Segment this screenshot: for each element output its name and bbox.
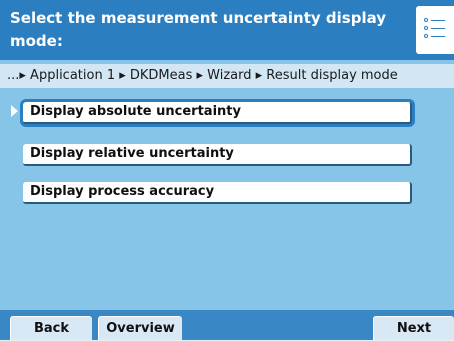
next-button[interactable]: Next	[373, 316, 454, 340]
overview-button[interactable]: Overview	[98, 316, 182, 340]
option-display-relative-uncertainty[interactable]: Display relative uncertainty	[23, 144, 412, 166]
back-button[interactable]: Back	[10, 316, 92, 340]
page-title: Select the measurement uncertainty displ…	[10, 9, 387, 50]
option-display-process-accuracy[interactable]: Display process accuracy	[23, 182, 412, 204]
header-bar: Select the measurement uncertainty displ…	[0, 0, 454, 60]
footer-bar: Back Overview Next	[0, 310, 454, 340]
menu-button[interactable]	[416, 6, 454, 54]
option-display-absolute-uncertainty[interactable]: Display absolute uncertainty	[23, 102, 412, 124]
selection-pointer-icon	[11, 105, 18, 117]
screen: Select the measurement uncertainty displ…	[0, 0, 454, 340]
list-menu-icon	[424, 18, 446, 24]
breadcrumb-text: ...▸ Application 1 ▸ DKDMeas ▸ Wizard ▸ …	[7, 68, 398, 83]
breadcrumb: ...▸ Application 1 ▸ DKDMeas ▸ Wizard ▸ …	[0, 64, 454, 88]
